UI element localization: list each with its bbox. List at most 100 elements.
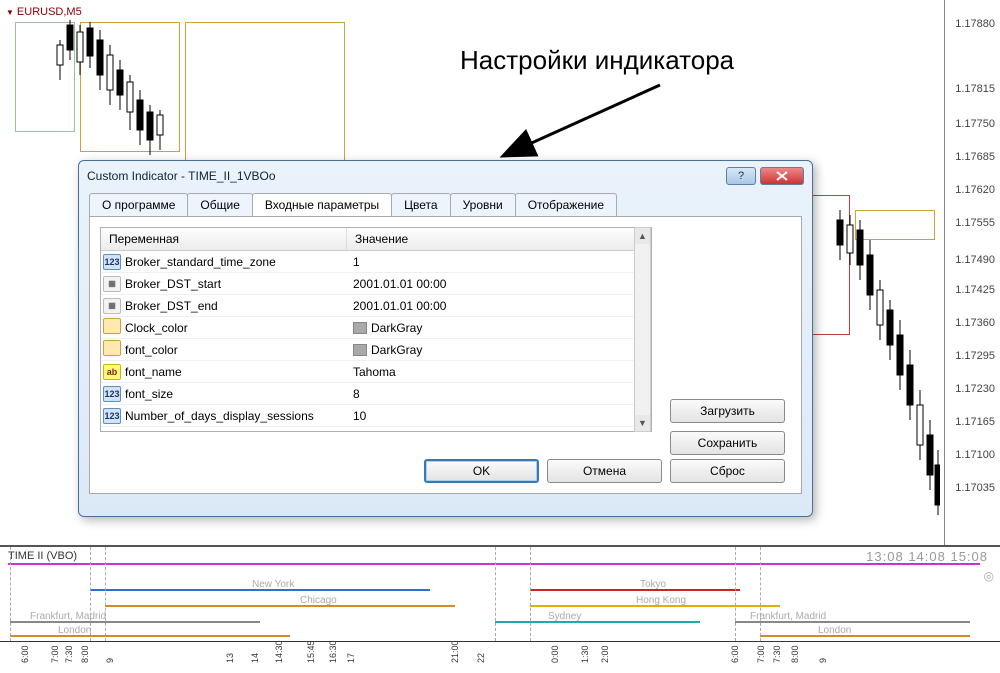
tab-panel: Переменная Значение 123Broker_standard_t… bbox=[89, 216, 802, 494]
session-line bbox=[735, 621, 970, 623]
time-tick: 14 bbox=[250, 653, 260, 663]
session-line bbox=[8, 563, 980, 565]
tab-visualization[interactable]: Отображение bbox=[515, 193, 617, 216]
table-header: Переменная Значение bbox=[101, 228, 651, 251]
session-vline bbox=[760, 547, 761, 641]
price-tick: 1.17880 bbox=[955, 18, 995, 30]
scrollbar[interactable]: ▲ ▼ bbox=[634, 227, 651, 432]
param-value[interactable]: Tahoma bbox=[347, 365, 651, 379]
close-button[interactable] bbox=[760, 167, 804, 185]
param-value[interactable]: DarkGray bbox=[347, 321, 651, 335]
tab-colors[interactable]: Цвета bbox=[391, 193, 450, 216]
param-value[interactable]: 2001.01.01 00:00 bbox=[347, 277, 651, 291]
price-tick: 1.17035 bbox=[955, 482, 995, 494]
param-value[interactable]: 1 bbox=[347, 255, 651, 269]
param-name: Broker_DST_end bbox=[123, 299, 347, 313]
param-name: Number_of_days_display_sessions bbox=[123, 409, 347, 423]
session-line bbox=[10, 635, 290, 637]
indicator-subwindow[interactable]: TIME II (VBO) 13:08 14:08 15:08 New York… bbox=[0, 545, 1000, 665]
table-row[interactable]: 123Number_of_days_display_sessions10 bbox=[101, 405, 651, 427]
param-name: Clock_color bbox=[123, 321, 347, 335]
time-tick: 15:45 bbox=[306, 640, 316, 663]
target-icon: ◎ bbox=[984, 569, 994, 583]
time-tick: 0:00 bbox=[550, 645, 560, 663]
color-icon bbox=[103, 340, 121, 356]
table-row[interactable]: 123Broker_standard_time_zone1 bbox=[101, 251, 651, 273]
session-vline bbox=[530, 547, 531, 641]
price-tick: 1.17555 bbox=[955, 217, 995, 229]
time-tick: 17 bbox=[346, 653, 356, 663]
table-row[interactable]: ▦Broker_DST_end2001.01.01 00:00 bbox=[101, 295, 651, 317]
table-row[interactable]: Clock_colorDarkGray bbox=[101, 317, 651, 339]
param-name: font_color bbox=[123, 343, 347, 357]
ab-icon: ab bbox=[103, 364, 121, 380]
dialog-tabs: О программе Общие Входные параметры Цвет… bbox=[89, 193, 802, 216]
date-icon: ▦ bbox=[103, 276, 121, 292]
ok-button[interactable]: OK bbox=[424, 459, 539, 483]
price-tick: 1.17165 bbox=[955, 416, 995, 428]
session-vline bbox=[735, 547, 736, 641]
tab-common[interactable]: Общие bbox=[187, 193, 252, 216]
price-tick: 1.17360 bbox=[955, 317, 995, 329]
help-button[interactable]: ? bbox=[726, 167, 756, 185]
table-row[interactable]: ▦Broker_DST_start2001.01.01 00:00 bbox=[101, 273, 651, 295]
session-line bbox=[530, 589, 740, 591]
time-axis: 6:007:007:308:009131414:3015:4516:301721… bbox=[0, 641, 1000, 665]
param-value[interactable]: 8 bbox=[347, 387, 651, 401]
annotation-arrow bbox=[490, 80, 670, 170]
close-icon bbox=[776, 171, 788, 181]
num-icon: 123 bbox=[103, 254, 121, 270]
load-button[interactable]: Загрузить bbox=[670, 399, 785, 423]
parameters-table[interactable]: Переменная Значение 123Broker_standard_t… bbox=[100, 227, 652, 432]
param-name: font_name bbox=[123, 365, 347, 379]
scroll-down-icon[interactable]: ▼ bbox=[635, 415, 650, 431]
price-tick: 1.17815 bbox=[955, 83, 995, 95]
time-tick: 14:30 bbox=[274, 640, 284, 663]
session-vline bbox=[10, 547, 11, 641]
time-tick: 6:00 bbox=[730, 645, 740, 663]
dialog-titlebar[interactable]: Custom Indicator - TIME_II_1VBOo ? bbox=[79, 161, 812, 191]
num-icon: 123 bbox=[103, 386, 121, 402]
tab-inputs[interactable]: Входные параметры bbox=[252, 193, 392, 216]
time-tick: 7:00 bbox=[50, 645, 60, 663]
param-value[interactable]: 2001.01.01 00:00 bbox=[347, 299, 651, 313]
table-row[interactable]: abfont_nameTahoma bbox=[101, 361, 651, 383]
save-button[interactable]: Сохранить bbox=[670, 431, 785, 455]
price-axis: 1.178801.178151.177501.176851.176201.175… bbox=[945, 0, 1000, 545]
time-tick: 7:30 bbox=[772, 645, 782, 663]
param-value[interactable]: 10 bbox=[347, 409, 651, 423]
price-tick: 1.17750 bbox=[955, 118, 995, 130]
session-line bbox=[105, 605, 455, 607]
param-value[interactable]: DarkGray bbox=[347, 343, 651, 357]
tab-levels[interactable]: Уровни bbox=[450, 193, 516, 216]
price-tick: 1.17425 bbox=[955, 284, 995, 296]
cancel-button[interactable]: Отмена bbox=[547, 459, 662, 483]
tab-about[interactable]: О программе bbox=[89, 193, 188, 216]
color-swatch bbox=[353, 322, 367, 334]
time-tick: 9 bbox=[105, 658, 115, 663]
price-tick: 1.17685 bbox=[955, 151, 995, 163]
price-tick: 1.17230 bbox=[955, 383, 995, 395]
date-icon: ▦ bbox=[103, 298, 121, 314]
session-line bbox=[530, 605, 780, 607]
time-tick: 22 bbox=[476, 653, 486, 663]
param-name: Broker_DST_start bbox=[123, 277, 347, 291]
time-tick: 13 bbox=[225, 653, 235, 663]
col-value: Значение bbox=[347, 228, 651, 250]
reset-button[interactable]: Сброс bbox=[670, 459, 785, 483]
num-icon: 123 bbox=[103, 408, 121, 424]
time-tick: 9 bbox=[818, 658, 828, 663]
price-tick: 1.17100 bbox=[955, 449, 995, 461]
time-tick: 7:30 bbox=[64, 645, 74, 663]
time-tick: 1:30 bbox=[580, 645, 590, 663]
time-tick: 16:30 bbox=[328, 640, 338, 663]
time-tick: 8:00 bbox=[80, 645, 90, 663]
symbol-timeframe-label: EURUSD,M5 bbox=[6, 6, 82, 18]
session-line bbox=[760, 635, 970, 637]
color-icon bbox=[103, 318, 121, 334]
table-row[interactable]: font_colorDarkGray bbox=[101, 339, 651, 361]
indicator-settings-dialog: Custom Indicator - TIME_II_1VBOo ? О про… bbox=[78, 160, 813, 517]
dialog-title: Custom Indicator - TIME_II_1VBOo bbox=[87, 169, 722, 183]
scroll-up-icon[interactable]: ▲ bbox=[635, 228, 650, 244]
table-row[interactable]: 123font_size8 bbox=[101, 383, 651, 405]
